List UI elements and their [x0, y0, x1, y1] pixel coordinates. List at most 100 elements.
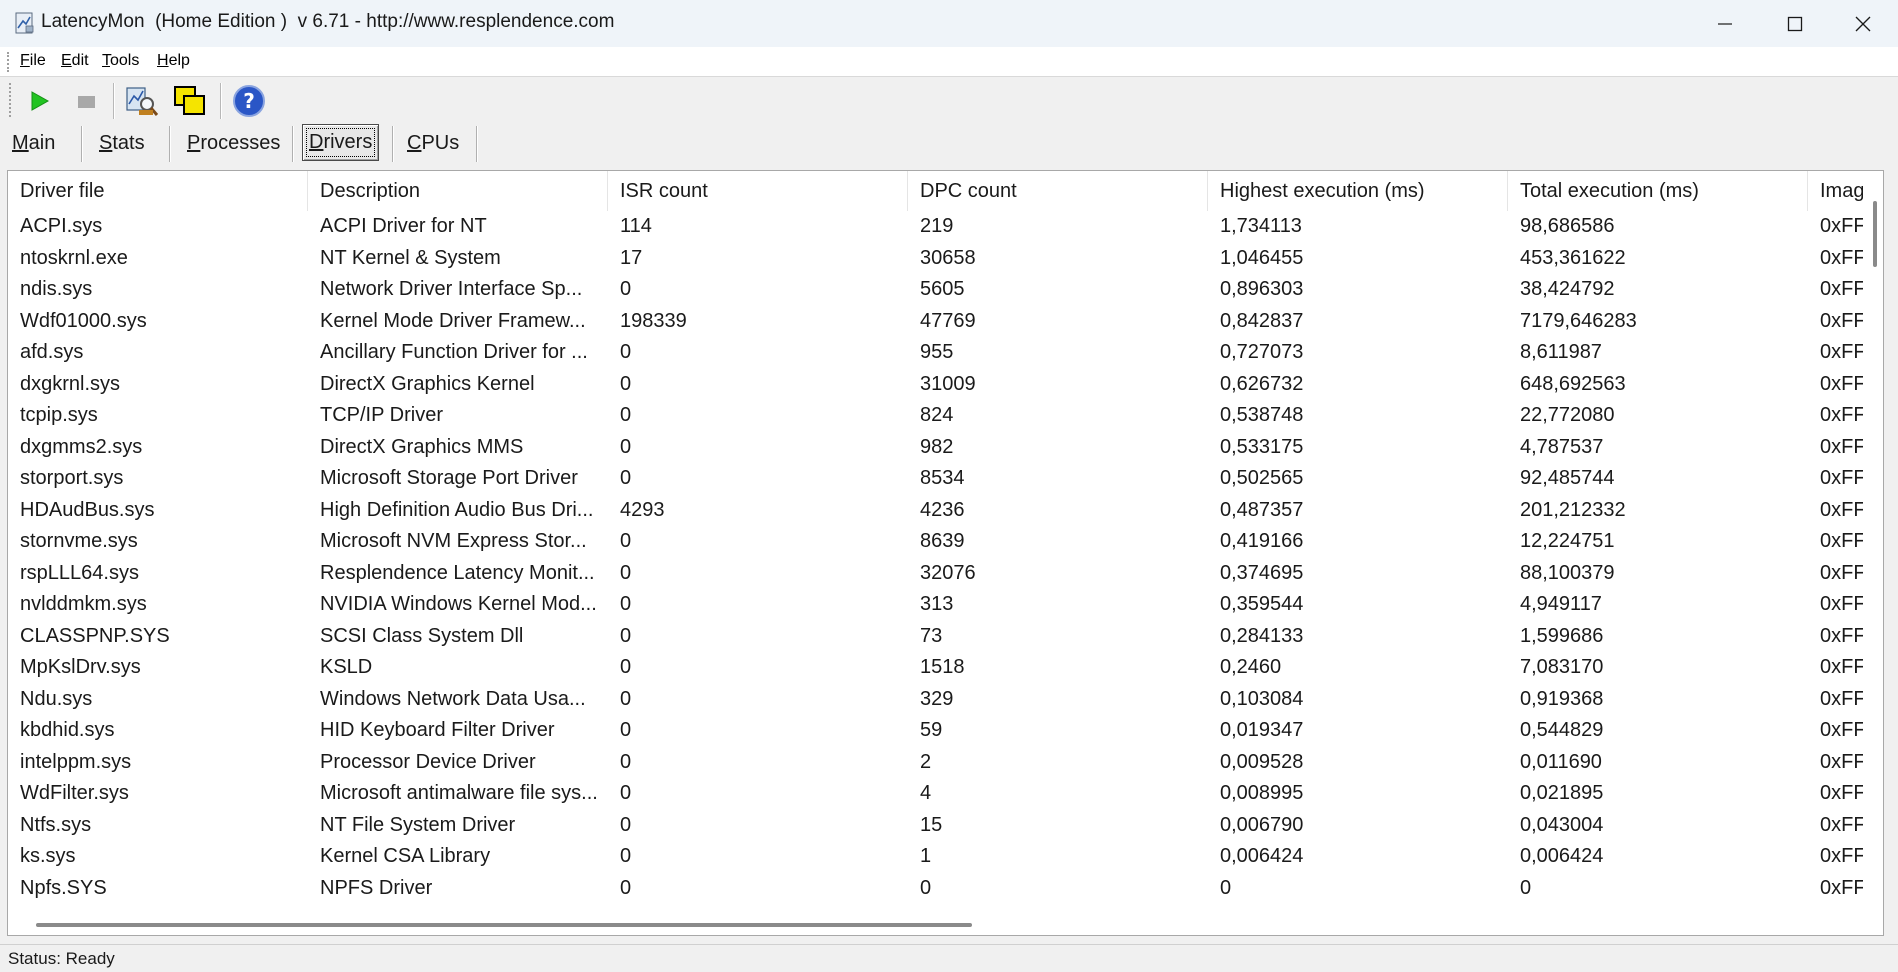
table-row[interactable]: ntoskrnl.exe NT Kernel & System 17 30658 1,0… [8, 243, 1864, 275]
cell-dpc-count: 4 [920, 782, 932, 804]
table-rows: ACPI.sys ACPI Driver for NT 114 219 1,734113… [8, 211, 1864, 904]
table-row[interactable]: rspLLL64.sys Resplendence Latency Monit..… [8, 558, 1864, 590]
title-bar: LatencyMon (Home Edition ) v 6.71 - http… [0, 0, 1898, 47]
stop-icon [78, 96, 95, 108]
table-row[interactable]: afd.sys Ancillary Function Driver for ...… [8, 337, 1864, 369]
table-row[interactable]: Wdf01000.sys Kernel Mode Driver Framew...… [8, 306, 1864, 338]
table-row[interactable]: stornvme.sys Microsoft NVM Express Stor..… [8, 526, 1864, 558]
minimize-button[interactable] [1690, 0, 1760, 47]
tab-separator [169, 126, 171, 162]
tab-processes[interactable]: Processes [181, 124, 286, 162]
table-row[interactable]: Ntfs.sys NT File System Driver 0 15 0,006790… [8, 810, 1864, 842]
cell-total-execution: 201,212332 [1520, 498, 1626, 521]
tab-separator [81, 126, 83, 162]
windows-icon [174, 86, 205, 115]
menu-tools[interactable]: Tools [102, 52, 139, 70]
maximize-button[interactable] [1760, 0, 1830, 47]
table-row[interactable]: CLASSPNP.SYS SCSI Class System Dll 0 73 0,28… [8, 621, 1864, 653]
toolbar-separator [220, 83, 222, 119]
cell-image-base: 0xFF [1820, 656, 1864, 678]
column-dpc-count[interactable]: DPC count [908, 171, 1208, 211]
menu-edit[interactable]: Edit [61, 52, 89, 70]
table-row[interactable]: ACPI.sys ACPI Driver for NT 114 219 1,734113… [8, 211, 1864, 243]
column-highest-execution[interactable]: Highest execution (ms) [1208, 171, 1508, 211]
table-row[interactable]: dxgmms2.sys DirectX Graphics MMS 0 982 0,533… [8, 432, 1864, 464]
column-image-base[interactable]: Imag [1808, 171, 1864, 211]
cell-highest-execution: 0,359544 [1220, 593, 1304, 615]
drivers-list[interactable]: Driver file Description ISR count DPC co… [7, 170, 1884, 936]
cell-isr-count: 0 [620, 813, 632, 836]
menu-bar: File Edit Tools Help [0, 47, 1898, 77]
cell-total-execution: 0,021895 [1520, 782, 1604, 804]
cell-dpc-count: 1518 [920, 656, 965, 678]
windows-button[interactable] [172, 83, 208, 119]
cell-dpc-count: 73 [920, 624, 943, 647]
close-button[interactable] [1828, 0, 1898, 47]
horizontal-scroll-thumb[interactable] [36, 923, 972, 927]
table-row[interactable]: HDAudBus.sys High Definition Audio Bus Dr… [8, 495, 1864, 527]
cell-isr-count: 0 [620, 278, 632, 300]
column-total-execution[interactable]: Total execution (ms) [1508, 171, 1808, 211]
cell-isr-count: 0 [620, 845, 632, 867]
tab-cpus[interactable]: C PUs [401, 124, 465, 162]
cell-driver-file: ntoskrnl.exe [20, 246, 128, 269]
menu-file[interactable]: File [20, 52, 46, 70]
table-row[interactable]: WdFilter.sys Microsoft antimalware file s… [8, 778, 1864, 810]
table-row[interactable]: dxgkrnl.sys DirectX Graphics Kernel 0 31009… [8, 369, 1864, 401]
cell-dpc-count: 1 [920, 845, 932, 867]
cell-isr-count: 0 [620, 561, 632, 584]
cell-image-base: 0xFF [1820, 624, 1864, 647]
stop-button[interactable] [68, 83, 104, 119]
cell-driver-file: ks.sys [20, 845, 76, 867]
cell-description: SCSI Class System Dll [320, 624, 524, 647]
column-description[interactable]: Description [308, 171, 608, 211]
tab-separator [292, 126, 294, 162]
table-row[interactable]: kbdhid.sys HID Keyboard Filter Driver 0 59 0… [8, 715, 1864, 747]
table-row[interactable]: MpKslDrv.sys KSLD 0 1518 0,2460 7,083170 0xFF [8, 652, 1864, 684]
start-button[interactable] [21, 83, 57, 119]
app-icon [15, 12, 34, 34]
help-button[interactable]: ? [231, 83, 267, 119]
tab-stats[interactable]: Stats [93, 124, 151, 162]
analyze-button[interactable] [124, 83, 160, 119]
horizontal-scrollbar[interactable] [8, 915, 1864, 935]
tab-main[interactable]: Main [6, 124, 61, 162]
column-driver-file[interactable]: Driver file [8, 171, 308, 211]
table-row[interactable]: ndis.sys Network Driver Interface Sp... 0 5… [8, 274, 1864, 306]
cell-image-base: 0xFF [1820, 341, 1864, 363]
cell-highest-execution: 0,2460 [1220, 656, 1282, 678]
tab-drivers[interactable]: Drivers [302, 124, 380, 161]
toolbar: ? [0, 77, 1898, 123]
cell-highest-execution: 0 [1220, 876, 1232, 899]
cell-total-execution: 12,224751 [1520, 530, 1615, 552]
tab-strip: Main Stats Processes Drivers C PUs [0, 122, 1898, 168]
vertical-scroll-thumb[interactable] [1873, 201, 1877, 267]
vertical-scrollbar[interactable] [1863, 171, 1883, 917]
cell-driver-file: HDAudBus.sys [20, 498, 155, 521]
close-icon [1855, 16, 1871, 31]
table-row[interactable]: ks.sys Kernel CSA Library 0 1 0,006424 0,0064… [8, 841, 1864, 873]
table-row[interactable]: Ndu.sys Windows Network Data Usa... 0 329 0,… [8, 684, 1864, 716]
cell-dpc-count: 15 [920, 813, 943, 836]
cell-highest-execution: 0,009528 [1220, 750, 1304, 773]
table-row[interactable]: Npfs.SYS NPFS Driver 0 0 0 0 0xFF [8, 873, 1864, 905]
cell-image-base: 0xFF [1820, 719, 1864, 741]
cell-dpc-count: 31009 [920, 372, 976, 395]
cell-highest-execution: 0,502565 [1220, 467, 1304, 489]
cell-dpc-count: 0 [920, 876, 932, 899]
table-row[interactable]: nvlddmkm.sys NVIDIA Windows Kernel Mod...… [8, 589, 1864, 621]
cell-driver-file: ACPI.sys [20, 215, 103, 237]
cell-description: DirectX Graphics Kernel [320, 372, 535, 395]
cell-description: HID Keyboard Filter Driver [320, 719, 555, 741]
cell-total-execution: 88,100379 [1520, 561, 1615, 584]
cell-isr-count: 0 [620, 656, 632, 678]
cell-image-base: 0xFF [1820, 750, 1864, 773]
cell-highest-execution: 0,727073 [1220, 341, 1304, 363]
column-isr-count[interactable]: ISR count [608, 171, 908, 211]
cell-highest-execution: 1,734113 [1220, 215, 1302, 237]
table-row[interactable]: tcpip.sys TCP/IP Driver 0 824 0,538748 22,772… [8, 400, 1864, 432]
table-row[interactable]: storport.sys Microsoft Storage Port Drive… [8, 463, 1864, 495]
cell-driver-file: Npfs.SYS [20, 876, 107, 899]
menu-help[interactable]: Help [157, 52, 190, 70]
table-row[interactable]: intelppm.sys Processor Device Driver 0 2 0,0… [8, 747, 1864, 779]
